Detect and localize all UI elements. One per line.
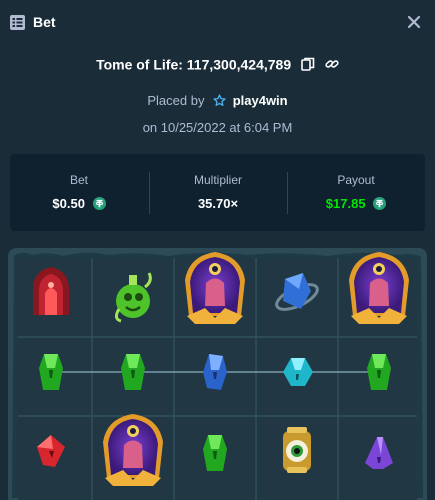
stat-bet: Bet $0.50 [10,154,148,231]
stat-multiplier-value-row: 35.70× [149,195,287,211]
symbol-green-crystal [367,354,391,390]
stat-multiplier: Multiplier 35.70× [149,154,287,231]
symbol-purple-mage [103,414,163,486]
stat-payout: Payout $17.85 [287,154,425,231]
stat-bet-label: Bet [69,173,88,187]
modal-header: Bet [0,0,435,46]
symbol-green-crystal [121,354,145,390]
bet-list-icon [10,15,25,30]
link-icon[interactable] [325,57,339,71]
tether-coin-icon [373,197,387,211]
stat-payout-label: Payout [337,173,375,187]
bet-stats-panel: Bet $0.50 Multiplier 35.70× Payout $17.8… [10,154,425,231]
slot-board-canvas [8,248,427,500]
copy-icon[interactable] [301,57,315,72]
stat-payout-value: $17.85 [325,196,366,212]
symbol-golden-eye [283,427,311,473]
symbol-purple-mage [349,252,409,324]
stat-multiplier-label: Multiplier [193,173,242,187]
close-icon[interactable] [403,11,425,33]
modal-title: Bet [33,14,56,30]
stat-bet-value-row: $0.50 [10,195,148,211]
vip-star-icon [213,94,226,107]
bet-id-row: Tome of Life: 117,300,424,789 [0,55,435,72]
placed-by-label: Placed by [147,93,205,109]
stat-multiplier-value: 35.70× [197,196,239,212]
bet-date: on 10/25/2022 at 6:04 PM [142,120,293,135]
symbol-purple-mage [185,252,245,324]
tether-coin-icon [92,197,106,211]
username-link[interactable]: play4win [233,93,288,108]
slot-board [8,248,427,500]
symbol-green-crystal [203,435,227,471]
stat-bet-value: $0.50 [52,196,85,212]
stat-payout-value-row: $17.85 [287,195,425,211]
bet-id-text: Tome of Life: 117,300,424,789 [96,56,292,73]
symbol-red-shrine [33,267,69,315]
placed-by-row: Placed by play4win [0,92,435,108]
symbol-green-crystal [39,354,63,390]
